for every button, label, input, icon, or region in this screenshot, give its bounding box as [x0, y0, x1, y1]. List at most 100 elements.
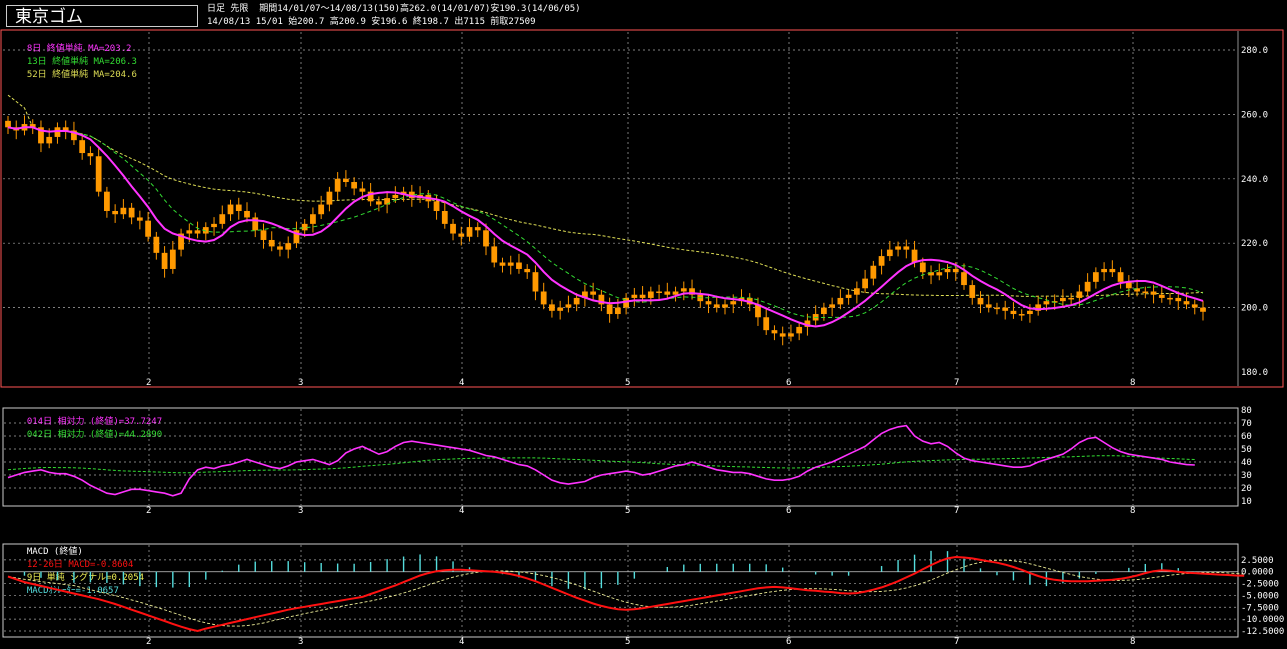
ma52-line [7, 94, 1204, 297]
candle-body [194, 230, 201, 234]
candle-body [680, 288, 687, 292]
candle-body [1092, 272, 1099, 282]
candle-body [573, 297, 580, 305]
candle-body [779, 333, 786, 337]
candle-body [268, 239, 275, 247]
month-tick-label: 7 [954, 637, 959, 647]
macd-tick-label: -12.5000 [1241, 627, 1284, 637]
candle-body [1101, 268, 1107, 273]
candle-body [343, 178, 349, 183]
month-tick-label: 4 [459, 378, 464, 388]
candle-body [969, 285, 976, 298]
candle-body [153, 236, 160, 253]
candle-body [705, 301, 712, 305]
rsi-lines [7, 424, 1195, 497]
candle-body [1191, 304, 1198, 308]
candle-body [763, 317, 770, 331]
month-tick-label: 3 [298, 637, 303, 647]
candle-body [1076, 291, 1083, 298]
rsi-tick-label: 30 [1241, 471, 1252, 481]
price-tick-label: 220.0 [1241, 239, 1268, 249]
price-tick-label: 260.0 [1241, 110, 1268, 120]
rsi-tick-label: 20 [1241, 484, 1252, 494]
month-tick-label: 2 [146, 506, 151, 516]
price-tick-label: 200.0 [1241, 304, 1268, 314]
candle-body [952, 268, 959, 273]
candle-body [845, 294, 852, 298]
candle-body [1109, 268, 1116, 273]
candle-body [730, 301, 737, 305]
rsi-tick-label: 40 [1241, 458, 1252, 468]
rsi-tick-label: 50 [1241, 445, 1252, 455]
candle-body [375, 201, 382, 205]
candle-body [1175, 297, 1182, 302]
candle-body [656, 291, 662, 293]
candle-body [1010, 310, 1017, 315]
candle-body [79, 140, 86, 154]
month-tick-label: 2 [146, 378, 151, 388]
candle-body [919, 262, 926, 273]
candle-body [1084, 281, 1091, 292]
axis-labels: 280.0 260.0 240.0 220.0 200.0 180.0 2 3 4 5 6 7 8 2 3 4… [146, 46, 1284, 647]
month-tick-label: 6 [786, 637, 791, 647]
macd-panel-frame [2, 543, 1239, 638]
price-tick-label: 180.0 [1241, 368, 1268, 378]
candle-body [211, 223, 217, 228]
candle-body [351, 182, 358, 189]
macd-tick-label: -2.5000 [1241, 580, 1279, 590]
macd-tick-label: 0.0000 [1241, 568, 1274, 578]
candle-body [911, 249, 918, 263]
rsi-tick-label: 10 [1241, 497, 1252, 507]
ma13-path [7, 126, 1204, 318]
candle-body [474, 227, 481, 231]
candle-body [450, 223, 456, 234]
month-tick-label: 3 [298, 506, 303, 516]
candle-body [1018, 314, 1025, 316]
rsi14-path [7, 424, 1195, 497]
candle-body [310, 214, 316, 224]
candle-body [227, 204, 234, 215]
candle-body [936, 272, 943, 276]
candle-body [359, 188, 366, 192]
month-tick-label: 8 [1130, 506, 1135, 516]
month-tick-label: 3 [298, 378, 303, 388]
chart-canvas: 280.0 260.0 240.0 220.0 200.0 180.0 2 3 4 5 6 7 8 2 3 4… [0, 29, 1284, 647]
candle-body [1183, 301, 1190, 305]
price-tick-label: 240.0 [1241, 175, 1268, 185]
candle-body [161, 252, 168, 269]
month-tick-label: 5 [625, 506, 630, 516]
ma13-line [7, 126, 1204, 318]
candle-body [565, 304, 572, 308]
rsi42-path [7, 455, 1195, 474]
candle-body [853, 288, 860, 295]
candle-body [112, 211, 119, 215]
price-tick-label: 280.0 [1241, 46, 1268, 56]
candle-body [1068, 297, 1075, 300]
candle-body [713, 304, 720, 308]
month-tick-label: 6 [786, 506, 791, 516]
candle-body [532, 272, 539, 292]
candle-body [1002, 307, 1009, 311]
candle-body [277, 246, 283, 250]
candle-body [606, 304, 613, 315]
month-tick-label: 7 [954, 378, 959, 388]
candle-body [821, 307, 827, 315]
candle-body [540, 291, 547, 305]
price-panel-frame [0, 29, 1284, 388]
candle-body [128, 207, 135, 218]
candle-body [433, 201, 440, 211]
candle-body [672, 291, 679, 295]
candle-body [590, 291, 597, 295]
rsi-tick-label: 80 [1241, 406, 1252, 416]
signal-path [7, 559, 1245, 627]
candle-body [886, 249, 893, 257]
month-tick-label: 6 [786, 378, 791, 388]
candle-body [318, 204, 325, 215]
candle-body [120, 207, 127, 215]
month-tick-label: 8 [1130, 637, 1135, 647]
candle-body [235, 204, 242, 211]
rsi-tick-label: 60 [1241, 432, 1252, 442]
candle-body [614, 307, 621, 315]
candle-body [186, 230, 193, 234]
candle-body [961, 272, 967, 286]
